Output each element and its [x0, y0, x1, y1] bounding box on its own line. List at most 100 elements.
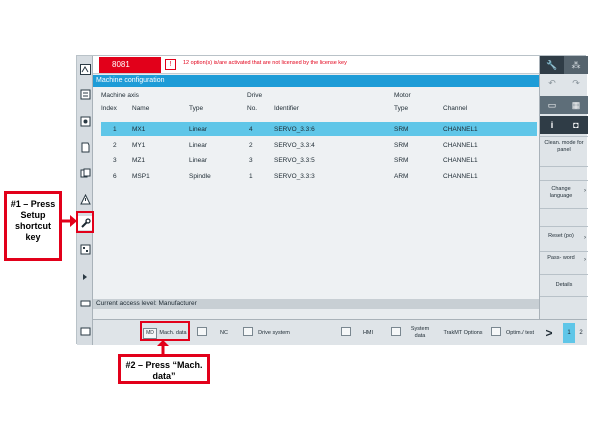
page-title: Machine configuration	[93, 75, 539, 87]
table-row[interactable]: 2 MY1 Linear 2 SERVO_3.3:4 SRM CHANNEL1	[101, 138, 537, 152]
divider	[540, 251, 588, 252]
cell-name: MY1	[132, 142, 146, 149]
system-data-softkey[interactable]: System data	[405, 323, 435, 343]
right-softkey-panel: 🔧 ⁂ ↶ ↷ ▭ ▦ i ◘ Clean. mode for panel Ch…	[539, 56, 588, 345]
system-data-label: System data	[410, 326, 430, 339]
table-row[interactable]: 3 MZ1 Linear 3 SERVO_3.3:5 SRM CHANNEL1	[101, 153, 537, 167]
arrow-to-mach-data-icon	[157, 340, 169, 354]
cell-channel: CHANNEL1	[443, 142, 478, 149]
system-data-icon	[391, 327, 401, 336]
clean-mode-softkey[interactable]: Clean. mode for panel	[540, 140, 588, 164]
cell-motor-type: SRM	[394, 126, 409, 133]
alarm-message: 12 option(s) is/are activated that are n…	[183, 60, 347, 66]
change-language-label: Change language	[549, 186, 573, 199]
hmi-softkey[interactable]: HMI	[355, 323, 381, 343]
panel-icon[interactable]: ▦	[564, 96, 588, 114]
cell-name: MZ1	[132, 157, 145, 164]
optim-test-softkey[interactable]: Optim./ test	[505, 323, 535, 343]
grid-icon[interactable]: ⁂	[564, 56, 588, 74]
drive-system-softkey[interactable]: Drive system	[257, 323, 291, 343]
more-softkeys-button[interactable]: >	[541, 323, 557, 343]
nc-label: NC	[220, 329, 228, 336]
column-header-motor-type: Type	[394, 105, 409, 112]
divider	[540, 136, 588, 137]
cell-type: Linear	[189, 157, 208, 164]
drive-system-label: Drive system	[258, 329, 290, 336]
trakmt-options-label: TrakMT Options	[443, 329, 483, 336]
cell-identifier: SERVO_3.3:5	[274, 157, 315, 164]
access-level-status: Current access level: Manufacturer	[93, 299, 539, 309]
arrow-to-setup-icon	[60, 215, 77, 227]
divider	[540, 226, 588, 227]
redo-icon[interactable]: ↷	[564, 74, 588, 92]
divider	[540, 296, 588, 297]
clean-mode-label: Clean. mode for panel	[544, 140, 584, 153]
camera-icon[interactable]: ◘	[564, 116, 588, 134]
mach-data-highlight	[140, 321, 190, 341]
cell-type: Linear	[189, 126, 208, 133]
cell-drive-no: 4	[249, 126, 253, 133]
trakmt-options-softkey[interactable]: TrakMT Options	[443, 323, 483, 343]
divider	[540, 208, 588, 209]
optim-test-icon	[491, 327, 501, 336]
mcp-icon[interactable]	[78, 242, 92, 256]
undo-icon[interactable]: ↶	[540, 74, 564, 92]
cell-index: 1	[113, 126, 117, 133]
chevron-right-icon: ›	[584, 235, 586, 241]
divider	[540, 166, 588, 167]
cell-identifier: SERVO_3.3:3	[274, 173, 315, 180]
reset-label: Reset (po)	[548, 233, 574, 239]
password-label: Pass- word	[547, 255, 575, 261]
cell-channel: CHANNEL1	[443, 126, 478, 133]
setup-key-highlight	[76, 211, 94, 233]
softkey-page-2[interactable]: 2	[575, 323, 587, 343]
cell-type: Spindle	[189, 173, 211, 180]
machine-icon[interactable]	[78, 62, 92, 76]
alarm-number[interactable]: 8081	[99, 57, 161, 73]
cell-motor-type: SRM	[394, 142, 409, 149]
cell-index: 3	[113, 157, 117, 164]
cell-type: Linear	[189, 142, 208, 149]
window-icon[interactable]: ▭	[540, 96, 564, 114]
group-header-machine-axis: Machine axis	[101, 92, 139, 99]
cell-name: MSP1	[132, 173, 150, 180]
column-header-drive-no: No.	[247, 105, 258, 112]
group-header-drive: Drive	[247, 92, 263, 99]
chevron-right-icon: ›	[584, 257, 586, 263]
divider	[540, 274, 588, 275]
table-row[interactable]: 6 MSP1 Spindle 1 SERVO_3.3:3 ARM CHANNEL…	[101, 169, 537, 183]
cell-drive-no: 3	[249, 157, 253, 164]
table-row[interactable]: 1 MX1 Linear 4 SERVO_3.3:6 SRM CHANNEL1	[101, 122, 537, 136]
details-softkey[interactable]: Details	[540, 282, 588, 292]
screen-icon[interactable]	[78, 324, 92, 338]
info-icon[interactable]: i	[540, 116, 564, 134]
change-language-softkey[interactable]: Change language ›	[540, 186, 588, 206]
cell-index: 2	[113, 142, 117, 149]
password-softkey[interactable]: Pass- word ›	[540, 255, 588, 271]
cell-index: 6	[113, 173, 117, 180]
documents-icon[interactable]	[78, 166, 92, 180]
cell-motor-type: SRM	[394, 157, 409, 164]
alarm-indicator-icon[interactable]: !	[165, 59, 176, 70]
hmi-icon	[341, 327, 351, 336]
column-header-index: Index	[101, 105, 117, 112]
cell-drive-no: 1	[249, 173, 253, 180]
alarm-bar: 8081 ! 12 option(s) is/are activated tha…	[93, 56, 539, 74]
expand-arrow-icon[interactable]	[78, 270, 92, 284]
cell-channel: CHANNEL1	[443, 173, 478, 180]
nc-icon	[197, 327, 207, 336]
keyboard-icon[interactable]	[78, 296, 92, 310]
softkey-page-1[interactable]: 1	[563, 323, 575, 343]
drive-system-icon	[243, 327, 253, 336]
parameter-icon[interactable]	[78, 87, 92, 101]
chevron-right-icon: ›	[584, 188, 586, 194]
cell-name: MX1	[132, 126, 146, 133]
nc-softkey[interactable]: NC	[209, 323, 239, 343]
reset-softkey[interactable]: Reset (po) ›	[540, 233, 588, 249]
program-manager-icon[interactable]	[78, 140, 92, 154]
wrench-icon[interactable]: 🔧	[540, 56, 564, 74]
column-header-type: Type	[189, 105, 204, 112]
program-icon[interactable]	[78, 114, 92, 128]
diagnostics-icon[interactable]	[78, 192, 92, 206]
step2-callout: #2 – Press “Mach. data”	[118, 354, 210, 384]
